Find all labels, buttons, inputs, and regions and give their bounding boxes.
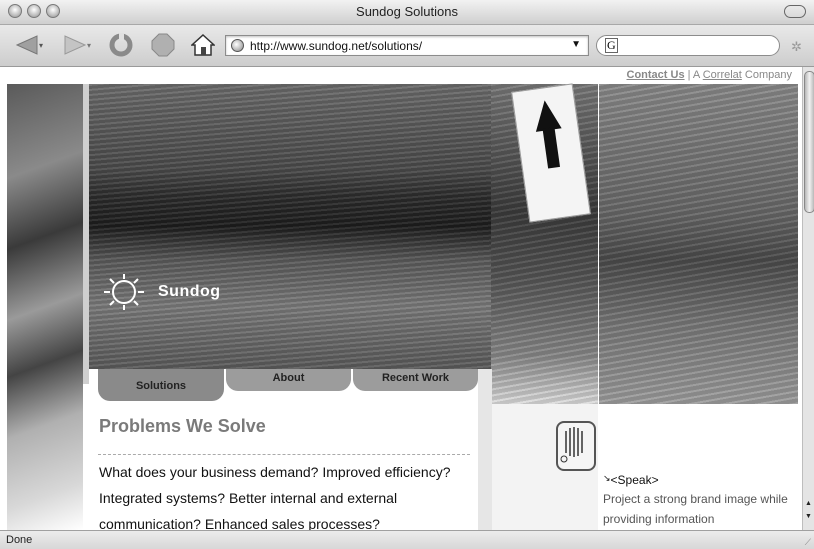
stop-icon bbox=[151, 33, 175, 57]
left-decorative-panel bbox=[7, 84, 83, 530]
svg-text:▾: ▾ bbox=[39, 41, 43, 50]
home-button[interactable] bbox=[188, 31, 218, 59]
forward-button[interactable]: ▾ bbox=[62, 31, 92, 59]
tab-solutions[interactable]: Solutions bbox=[98, 369, 224, 401]
search-engine-icon[interactable]: G bbox=[605, 38, 618, 53]
speak-title[interactable]: ↘<Speak> bbox=[603, 473, 793, 487]
speaker-grille-icon bbox=[560, 427, 583, 463]
resize-grip-icon[interactable]: ⟋ bbox=[805, 537, 811, 548]
speak-body: Project a strong brand image while provi… bbox=[603, 492, 788, 526]
search-field[interactable]: G bbox=[596, 35, 780, 56]
tab-about[interactable]: About bbox=[226, 369, 351, 391]
back-arrow-icon: ▾ bbox=[15, 35, 43, 55]
speak-arrow-icon: ↘ bbox=[603, 473, 611, 483]
sun-logo-icon bbox=[104, 274, 144, 310]
intro-paragraph: What does your business demand? Improved… bbox=[99, 464, 451, 530]
browser-toolbar: ▾ ▾ http://www.sundog.net/solutions/ ▼ G… bbox=[0, 25, 814, 67]
top-links: Contact Us | A Correlat Company bbox=[627, 69, 793, 81]
topline-company-text: Company bbox=[744, 69, 792, 81]
title-bar: Sundog Solutions bbox=[0, 0, 814, 25]
vertical-scrollbar[interactable]: ▲ ▼ bbox=[802, 67, 814, 530]
stop-button[interactable] bbox=[148, 31, 178, 59]
window-title: Sundog Solutions bbox=[356, 4, 458, 19]
tab-solutions-label: Solutions bbox=[135, 380, 187, 392]
hero-image-right bbox=[599, 84, 798, 404]
tab-recent-work-label: Recent Work bbox=[381, 372, 450, 384]
url-history-dropdown-icon[interactable]: ▼ bbox=[571, 39, 581, 50]
topline-separator: | A bbox=[687, 69, 700, 81]
status-text: Done bbox=[6, 534, 33, 546]
back-button[interactable]: ▾ bbox=[14, 31, 44, 59]
sundog-logo[interactable]: Sundog bbox=[100, 272, 221, 312]
site-globe-icon bbox=[231, 39, 244, 52]
activity-spinner-icon: ✲ bbox=[791, 39, 802, 54]
reload-icon bbox=[109, 33, 133, 57]
heading-divider bbox=[98, 454, 470, 455]
vertical-deco-strip bbox=[478, 369, 492, 530]
address-bar[interactable]: http://www.sundog.net/solutions/ ▼ bbox=[225, 35, 589, 56]
toolbar-toggle-button[interactable] bbox=[784, 5, 806, 18]
status-bar: Done ⟋ bbox=[0, 530, 814, 549]
reload-button[interactable] bbox=[106, 31, 136, 59]
svg-text:▾: ▾ bbox=[87, 41, 91, 50]
logo-text: Sundog bbox=[158, 283, 221, 300]
speak-section: ↘<Speak> Project a strong brand image wh… bbox=[603, 471, 793, 529]
scroll-up-arrow-icon[interactable]: ▲ bbox=[805, 500, 812, 507]
contact-us-link[interactable]: Contact Us bbox=[627, 69, 685, 81]
tab-recent-work[interactable]: Recent Work bbox=[353, 369, 478, 391]
home-icon bbox=[191, 33, 215, 56]
browser-window: Sundog Solutions ▾ ▾ http://www.sundog.n… bbox=[0, 0, 814, 549]
forward-arrow-icon: ▾ bbox=[64, 35, 91, 55]
correlat-link[interactable]: Correlat bbox=[703, 69, 742, 81]
hero-image bbox=[89, 84, 491, 369]
scroll-down-arrow-icon[interactable]: ▼ bbox=[805, 513, 812, 520]
up-arrow-stem bbox=[542, 127, 561, 169]
speaker-badge-icon bbox=[556, 421, 596, 471]
tab-about-label: About bbox=[272, 372, 305, 384]
up-arrow-icon bbox=[531, 98, 562, 132]
url-text: http://www.sundog.net/solutions/ bbox=[250, 39, 423, 53]
speak-title-text: <Speak> bbox=[610, 473, 659, 487]
scrollbar-thumb[interactable] bbox=[804, 71, 814, 213]
page-heading: Problems We Solve bbox=[99, 416, 266, 436]
web-page: Contact Us | A Correlat Company Sundog S… bbox=[0, 67, 802, 530]
